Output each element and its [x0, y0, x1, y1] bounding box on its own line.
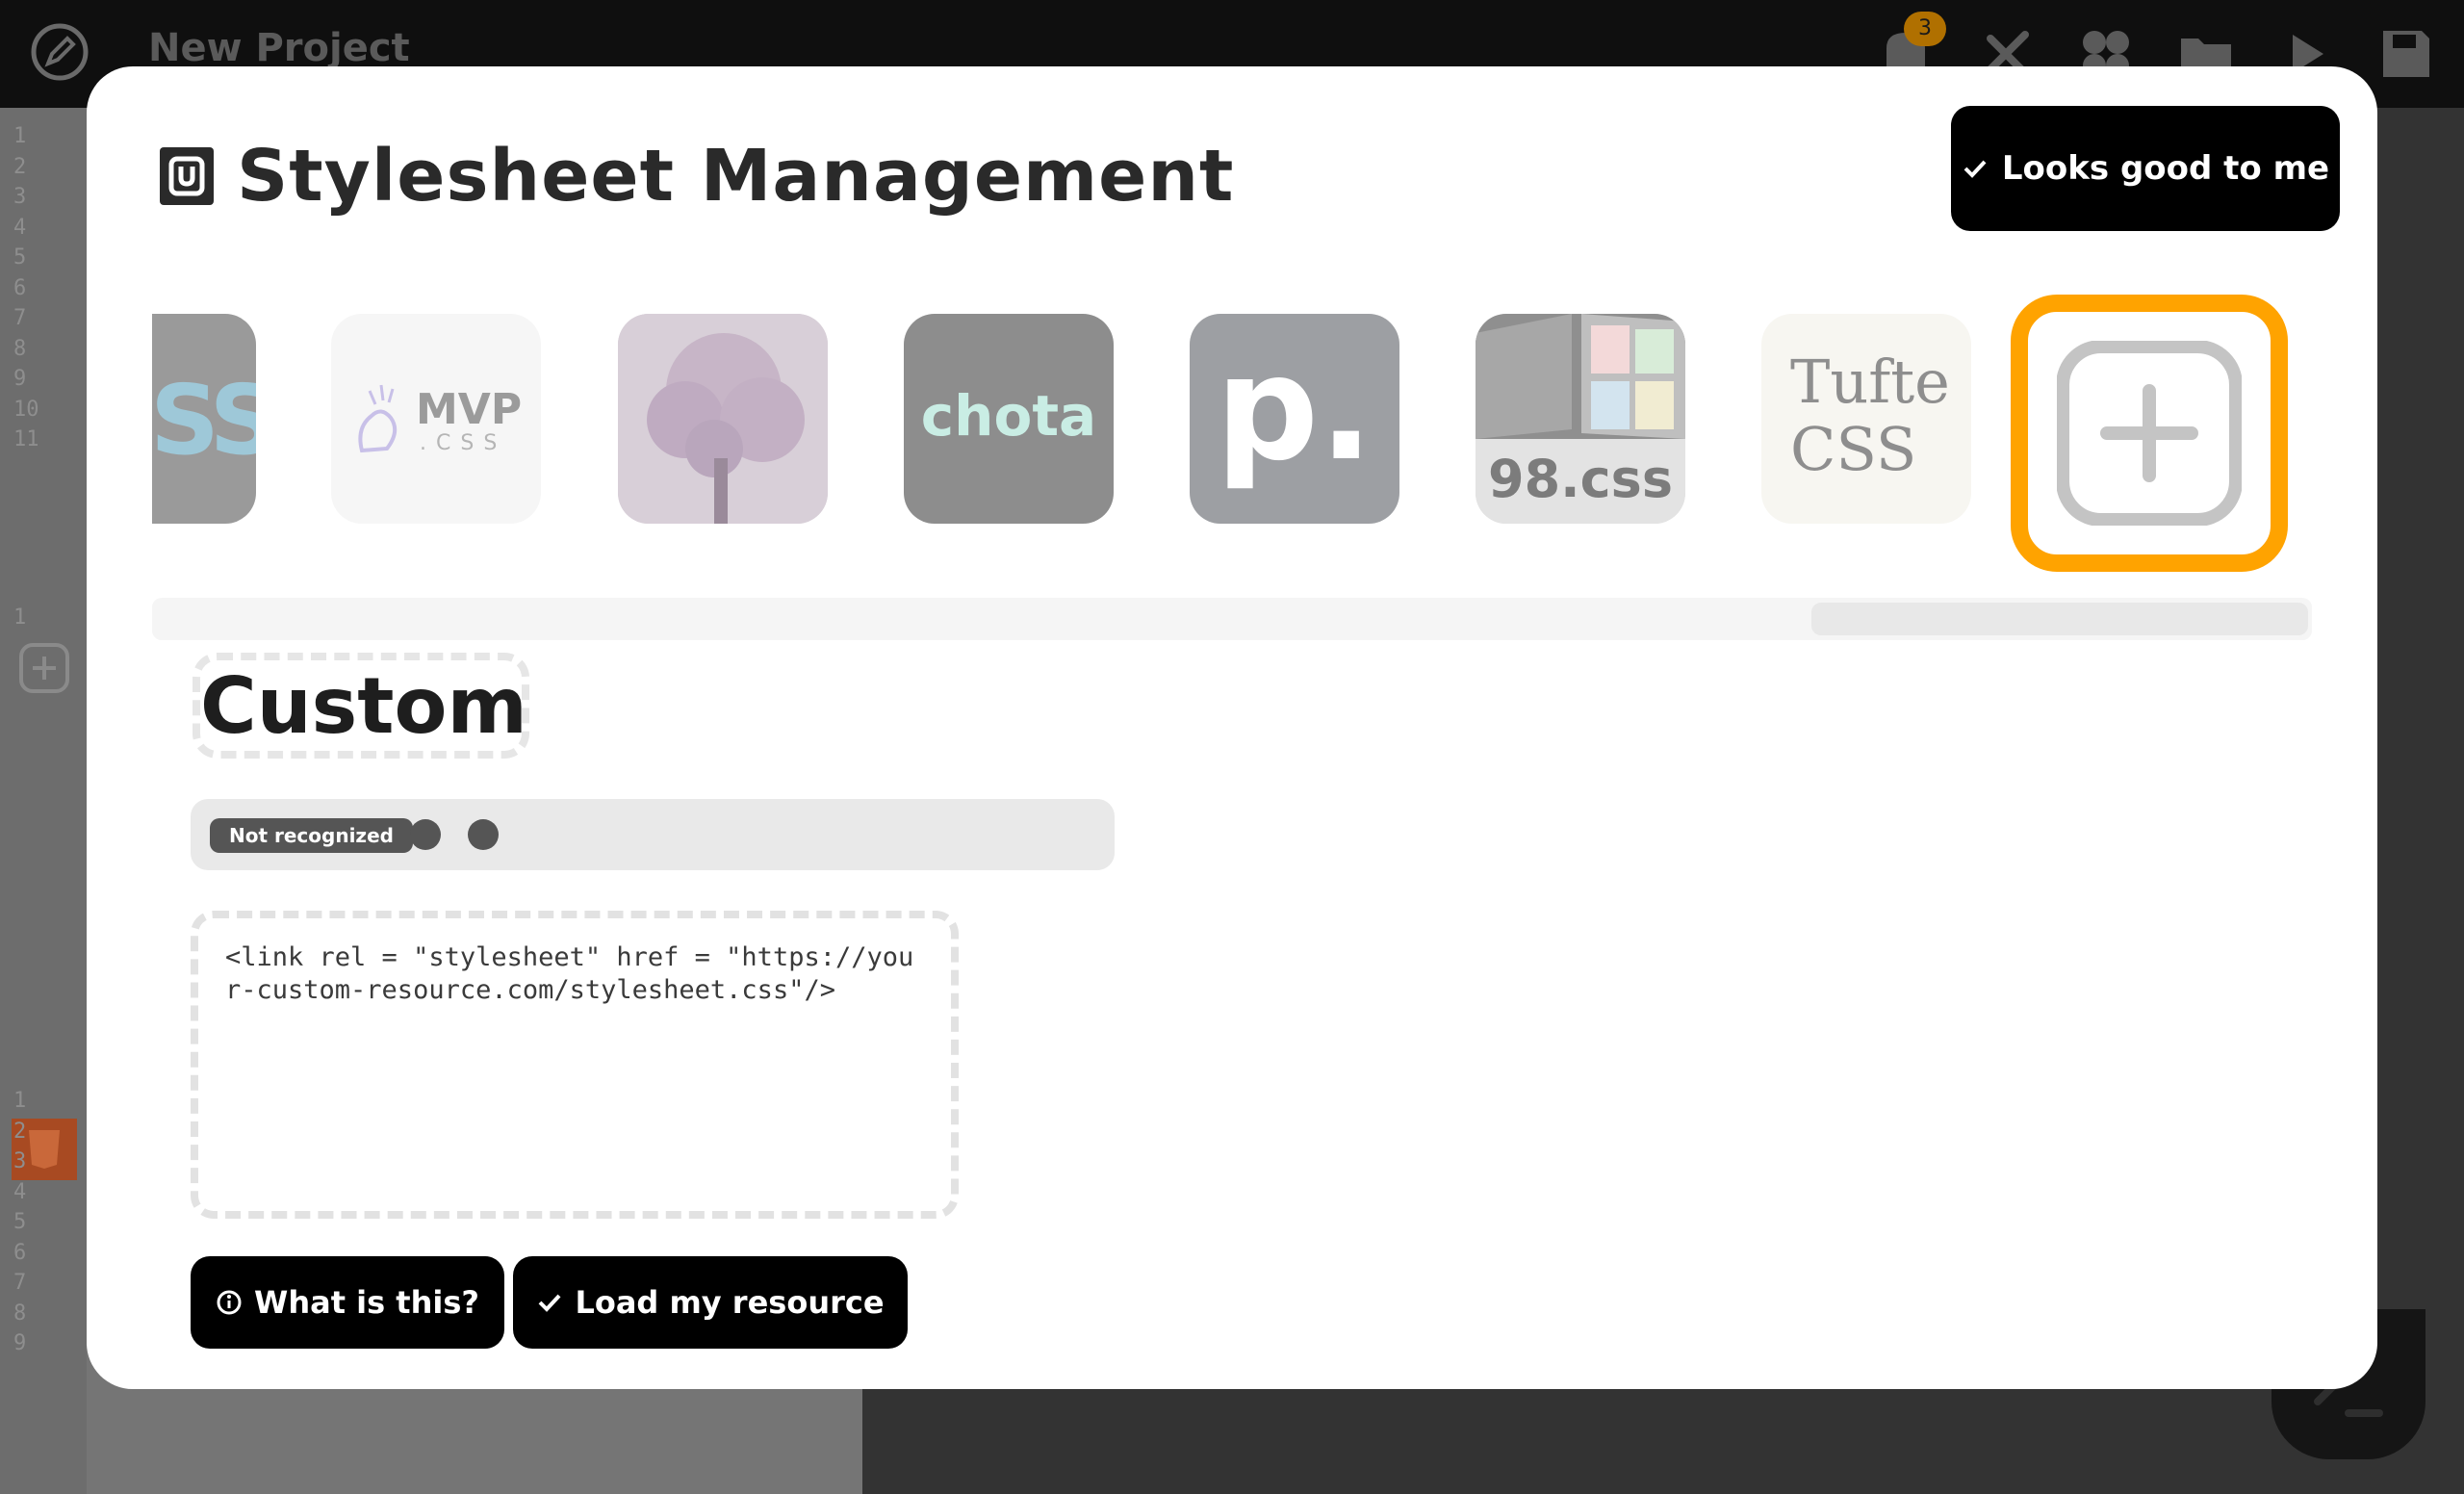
stylesheet-logo-icon — [160, 147, 214, 205]
save-icon[interactable] — [2377, 25, 2435, 83]
notification-badge: 3 — [1904, 12, 1946, 46]
resource-status-bar: Not recognized — [191, 799, 1115, 870]
hand-snap-icon — [358, 384, 398, 453]
css98-tile-text: 98.css — [1488, 449, 1673, 509]
editor-gutter-panel: 12 34 56 78 9 10 11 1 12 34 56 78 9 — [0, 108, 87, 1494]
stylesheet-tile-custom-selected[interactable] — [2011, 295, 2288, 572]
add-pane-icon[interactable] — [17, 641, 71, 695]
partial-tile-text: SS — [152, 364, 256, 477]
line-numbers-top: 12 34 56 78 9 10 11 — [13, 124, 39, 451]
mvp-tile-text: MVP — [416, 385, 523, 434]
load-resource-button[interactable]: Load my resource — [513, 1256, 908, 1349]
tufte-tile-line2: CSS — [1790, 414, 1917, 484]
line-numbers-mid: 1 — [13, 605, 27, 630]
add-custom-icon — [2057, 341, 2242, 526]
custom-heading: Custom — [192, 653, 529, 759]
tufte-tile-line1: Tufte — [1790, 347, 1950, 417]
stylesheet-tile-partial[interactable]: SS — [152, 314, 256, 524]
load-resource-label: Load my resource — [575, 1284, 885, 1321]
stylesheet-tile-chota[interactable]: chota — [904, 314, 1114, 524]
mvp-tile-sub: .CSS — [420, 431, 507, 455]
check-icon — [539, 1294, 561, 1312]
chota-tile-text: chota — [920, 383, 1097, 449]
stylesheet-tile-p[interactable]: p. — [1190, 314, 1399, 524]
looks-good-label: Looks good to me — [2001, 149, 2330, 188]
status-dot — [468, 819, 499, 850]
status-badge: Not recognized — [210, 818, 413, 853]
stylesheet-tile-98[interactable]: 98.css — [1476, 314, 1685, 524]
modal-title: Stylesheet Management — [237, 135, 1235, 218]
stylesheet-management-modal: Stylesheet Management Looks good to me S… — [87, 66, 2377, 1389]
stylesheet-carousel[interactable]: SS MVP .CSS chota p. 98.css Tufte CSS — [152, 295, 2327, 641]
carousel-scroll-thumb[interactable] — [1811, 603, 2308, 635]
info-icon — [217, 1290, 242, 1315]
stylesheet-tile-tufte[interactable]: Tufte CSS — [1761, 314, 1971, 524]
line-numbers-bottom: 12 34 56 78 9 — [13, 1089, 27, 1355]
blossom-tree-image — [618, 314, 828, 524]
check-icon — [1964, 160, 1987, 178]
what-is-this-label: What is this? — [254, 1284, 479, 1321]
pencil-circle-icon[interactable] — [29, 21, 90, 83]
status-dot — [410, 819, 441, 850]
p-tile-text: p. — [1215, 325, 1374, 493]
stylesheet-tile-tree[interactable] — [618, 314, 828, 524]
custom-resource-input[interactable]: <link rel = "stylesheet" href = "https:/… — [191, 911, 959, 1219]
windows-flag-icon — [1476, 314, 1685, 439]
carousel-scrollbar[interactable] — [152, 598, 2312, 640]
what-is-this-button[interactable]: What is this? — [191, 1256, 504, 1349]
looks-good-button[interactable]: Looks good to me — [1951, 106, 2340, 231]
stylesheet-tile-mvp[interactable]: MVP .CSS — [331, 314, 541, 524]
